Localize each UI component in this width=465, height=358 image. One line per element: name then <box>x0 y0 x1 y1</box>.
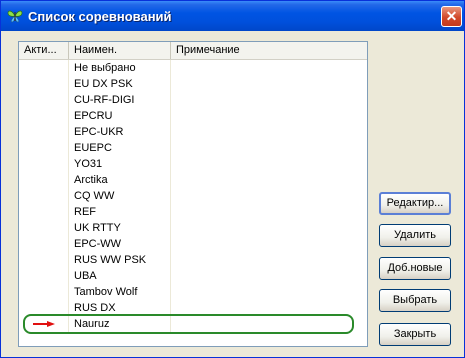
note-cell <box>171 156 366 172</box>
active-cell <box>19 188 69 204</box>
active-cell <box>19 268 69 284</box>
column-header-note[interactable]: Примечание <box>171 42 366 59</box>
column-header-name[interactable]: Наимен. <box>69 42 171 59</box>
table-row[interactable]: Arctika <box>19 172 367 188</box>
note-cell <box>171 268 366 284</box>
table-row[interactable]: REF <box>19 204 367 220</box>
table-row[interactable]: EPCRU <box>19 108 367 124</box>
delete-button[interactable]: Удалить <box>379 224 451 247</box>
name-cell: EPC-UKR <box>69 124 171 140</box>
table-row[interactable]: CQ WW <box>19 188 367 204</box>
note-cell <box>171 124 366 140</box>
red-arrow-icon <box>33 321 55 327</box>
name-cell: Не выбрано <box>69 60 171 76</box>
table-row[interactable]: UBA <box>19 268 367 284</box>
close-window-button[interactable]: ✕ <box>441 6 462 27</box>
note-cell <box>171 284 366 300</box>
name-cell: EPCRU <box>69 108 171 124</box>
table-row[interactable]: CU-RF-DIGI <box>19 92 367 108</box>
table-row[interactable]: EPC-WW <box>19 236 367 252</box>
active-cell <box>19 284 69 300</box>
active-cell <box>19 204 69 220</box>
table-row[interactable]: YO31 <box>19 156 367 172</box>
note-cell <box>171 204 366 220</box>
note-cell <box>171 236 366 252</box>
butterfly-icon <box>7 10 23 23</box>
title-bar[interactable]: Список соревнований ✕ <box>1 1 464 31</box>
table-row[interactable]: EUEPC <box>19 140 367 156</box>
name-cell: EU DX PSK <box>69 76 171 92</box>
active-cell <box>19 124 69 140</box>
name-cell: Tambov Wolf <box>69 284 171 300</box>
name-cell: EPC-WW <box>69 236 171 252</box>
active-cell <box>19 92 69 108</box>
name-cell: REF <box>69 204 171 220</box>
table-row[interactable]: EU DX PSK <box>19 76 367 92</box>
active-cell <box>19 172 69 188</box>
note-cell <box>171 316 366 332</box>
note-cell <box>171 108 366 124</box>
select-button[interactable]: Выбрать <box>379 289 451 312</box>
name-cell: Nauruz <box>69 316 171 332</box>
active-cell <box>19 316 69 332</box>
note-cell <box>171 172 366 188</box>
competition-list-window: Список соревнований ✕ Акти... Наимен. Пр… <box>0 0 465 358</box>
note-cell <box>171 300 366 316</box>
name-cell: UK RTTY <box>69 220 171 236</box>
edit-button[interactable]: Редактир... <box>379 192 451 215</box>
name-cell: RUS WW PSK <box>69 252 171 268</box>
name-cell: RUS DX <box>69 300 171 316</box>
active-cell <box>19 156 69 172</box>
table-row[interactable]: Tambov Wolf <box>19 284 367 300</box>
name-cell: YO31 <box>69 156 171 172</box>
active-cell <box>19 108 69 124</box>
active-cell <box>19 220 69 236</box>
active-cell <box>19 252 69 268</box>
close-button[interactable]: Закрыть <box>379 323 451 346</box>
note-cell <box>171 76 366 92</box>
note-cell <box>171 92 366 108</box>
active-cell <box>19 140 69 156</box>
note-cell <box>171 140 366 156</box>
table-row[interactable]: UK RTTY <box>19 220 367 236</box>
table-row[interactable]: Nauruz <box>19 316 367 332</box>
active-cell <box>19 60 69 76</box>
active-cell <box>19 236 69 252</box>
note-cell <box>171 60 366 76</box>
name-cell: Arctika <box>69 172 171 188</box>
list-rows: Не выбрано EU DX PSK CU-RF-DIGI EPCRU EPC-UK… <box>19 60 367 332</box>
add-new-button[interactable]: Доб.новые <box>379 257 451 280</box>
name-cell: UBA <box>69 268 171 284</box>
table-row[interactable]: RUS WW PSK <box>19 252 367 268</box>
competition-list[interactable]: Акти... Наимен. Примечание Не выбрано EU … <box>18 41 368 347</box>
table-row[interactable]: RUS DX <box>19 300 367 316</box>
column-header-active[interactable]: Акти... <box>19 42 69 59</box>
note-cell <box>171 252 366 268</box>
name-cell: CU-RF-DIGI <box>69 92 171 108</box>
name-cell: CQ WW <box>69 188 171 204</box>
name-cell: EUEPC <box>69 140 171 156</box>
table-row[interactable]: EPC-UKR <box>19 124 367 140</box>
active-cell <box>19 300 69 316</box>
note-cell <box>171 188 366 204</box>
active-cell <box>19 76 69 92</box>
list-header: Акти... Наимен. Примечание <box>19 42 367 60</box>
note-cell <box>171 220 366 236</box>
close-icon: ✕ <box>445 8 458 24</box>
window-title: Список соревнований <box>28 9 172 24</box>
table-row[interactable]: Не выбрано <box>19 60 367 76</box>
